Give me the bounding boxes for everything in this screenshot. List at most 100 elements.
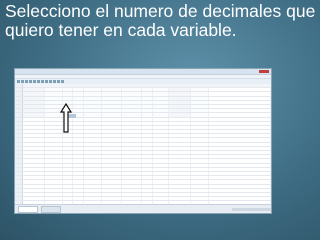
grid-cell[interactable] bbox=[209, 130, 271, 134]
grid-cell[interactable] bbox=[142, 88, 153, 92]
grid-cell[interactable] bbox=[209, 121, 271, 125]
grid-cell[interactable] bbox=[169, 163, 191, 167]
grid-cell[interactable] bbox=[153, 130, 169, 134]
grid-cell[interactable] bbox=[62, 96, 74, 100]
grid-cell[interactable] bbox=[83, 104, 103, 109]
grid-cell[interactable] bbox=[191, 134, 210, 138]
grid-cell[interactable] bbox=[122, 159, 143, 163]
grid-cell[interactable] bbox=[209, 88, 271, 92]
grid-cell[interactable] bbox=[122, 84, 143, 88]
grid-cell[interactable] bbox=[153, 163, 169, 167]
grid-cell[interactable] bbox=[122, 184, 143, 188]
grid-cell[interactable] bbox=[44, 92, 63, 96]
grid-cell[interactable] bbox=[102, 104, 123, 109]
undo-icon[interactable] bbox=[29, 80, 32, 83]
grid-cell[interactable] bbox=[45, 146, 63, 150]
variable-view-grid[interactable] bbox=[15, 84, 271, 213]
grid-cell[interactable] bbox=[23, 121, 45, 125]
grid-cell[interactable] bbox=[142, 92, 153, 96]
grid-cell[interactable] bbox=[83, 88, 103, 92]
grid-cell[interactable] bbox=[45, 192, 63, 197]
grid-cell[interactable] bbox=[153, 121, 169, 125]
grid-cell[interactable] bbox=[153, 167, 169, 171]
grid-cell[interactable] bbox=[102, 117, 123, 121]
grid-cell[interactable] bbox=[102, 142, 123, 146]
grid-cell[interactable] bbox=[102, 155, 123, 159]
grid-cell[interactable] bbox=[142, 121, 153, 125]
grid-cell[interactable] bbox=[23, 138, 45, 142]
grid-cell[interactable] bbox=[153, 142, 169, 146]
variables-icon[interactable] bbox=[41, 80, 44, 83]
grid-cell[interactable] bbox=[142, 176, 153, 180]
grid-cell[interactable] bbox=[102, 113, 123, 117]
grid-cell[interactable] bbox=[122, 167, 143, 171]
grid-cell[interactable] bbox=[169, 130, 191, 134]
open-icon[interactable] bbox=[17, 80, 20, 83]
grid-cell[interactable] bbox=[73, 151, 84, 155]
grid-cell[interactable] bbox=[122, 171, 143, 176]
grid-cell[interactable] bbox=[102, 84, 123, 88]
grid-cell[interactable] bbox=[73, 163, 84, 167]
grid-cell[interactable] bbox=[63, 176, 74, 180]
grid-cell[interactable] bbox=[45, 159, 63, 163]
grid-cell[interactable] bbox=[63, 163, 74, 167]
grid-cell[interactable] bbox=[73, 130, 84, 134]
grid-cell[interactable] bbox=[153, 180, 169, 184]
grid-cell[interactable] bbox=[122, 180, 143, 184]
grid-cell[interactable] bbox=[169, 167, 191, 171]
grid-cell[interactable] bbox=[63, 134, 74, 138]
grid-cell[interactable] bbox=[142, 151, 153, 155]
grid-cell[interactable] bbox=[122, 96, 143, 100]
grid-cell[interactable] bbox=[169, 155, 191, 159]
grid-cell[interactable] bbox=[102, 163, 123, 167]
grid-cell[interactable] bbox=[152, 92, 169, 96]
grid-cell[interactable] bbox=[73, 167, 84, 171]
grid-cell[interactable] bbox=[191, 184, 210, 188]
grid-cell[interactable] bbox=[190, 96, 210, 100]
grid-cell[interactable] bbox=[63, 151, 74, 155]
grid-cell[interactable] bbox=[73, 84, 84, 88]
redo-icon[interactable] bbox=[33, 80, 36, 83]
grid-cell[interactable] bbox=[209, 163, 271, 167]
grid-cell[interactable] bbox=[122, 155, 143, 159]
grid-cell[interactable] bbox=[168, 92, 191, 96]
grid-cell[interactable] bbox=[191, 125, 210, 130]
grid-cell[interactable] bbox=[23, 192, 45, 197]
grid-cell[interactable] bbox=[45, 197, 63, 201]
grid-cell[interactable] bbox=[209, 171, 271, 176]
grid-cell[interactable] bbox=[168, 109, 191, 113]
grid-cell[interactable] bbox=[142, 192, 153, 197]
grid-cell[interactable] bbox=[209, 84, 271, 88]
window-controls[interactable] bbox=[259, 70, 269, 73]
grid-cell[interactable] bbox=[169, 171, 191, 176]
grid-cell[interactable] bbox=[73, 155, 84, 159]
weight-icon[interactable] bbox=[53, 80, 56, 83]
grid-cell[interactable] bbox=[191, 138, 210, 142]
grid-cell[interactable] bbox=[73, 184, 84, 188]
grid-cell[interactable] bbox=[191, 84, 210, 88]
grid-cell[interactable] bbox=[169, 138, 191, 142]
grid-cell[interactable] bbox=[84, 151, 103, 155]
grid-cell[interactable] bbox=[63, 171, 74, 176]
grid-cell[interactable] bbox=[23, 130, 45, 134]
grid-cell[interactable] bbox=[153, 155, 169, 159]
value-labels-icon[interactable] bbox=[61, 80, 64, 83]
grid-cell[interactable] bbox=[142, 113, 153, 117]
grid-cell[interactable] bbox=[62, 92, 74, 96]
grid-cell[interactable] bbox=[102, 188, 123, 192]
grid-cell[interactable] bbox=[22, 104, 45, 109]
grid-cell[interactable] bbox=[23, 134, 45, 138]
grid-cell[interactable] bbox=[102, 192, 123, 197]
grid-cell[interactable] bbox=[153, 134, 169, 138]
grid-cell[interactable] bbox=[142, 163, 153, 167]
grid-cell[interactable] bbox=[169, 146, 191, 150]
grid-cell[interactable] bbox=[45, 163, 63, 167]
grid-cell[interactable] bbox=[142, 96, 153, 100]
grid-cell[interactable] bbox=[152, 88, 169, 92]
grid-cell[interactable] bbox=[209, 113, 271, 117]
grid-cell[interactable] bbox=[122, 163, 143, 167]
grid-cell[interactable] bbox=[122, 151, 143, 155]
grid-cell[interactable] bbox=[102, 184, 123, 188]
grid-cell[interactable] bbox=[45, 176, 63, 180]
grid-cell[interactable] bbox=[102, 134, 123, 138]
